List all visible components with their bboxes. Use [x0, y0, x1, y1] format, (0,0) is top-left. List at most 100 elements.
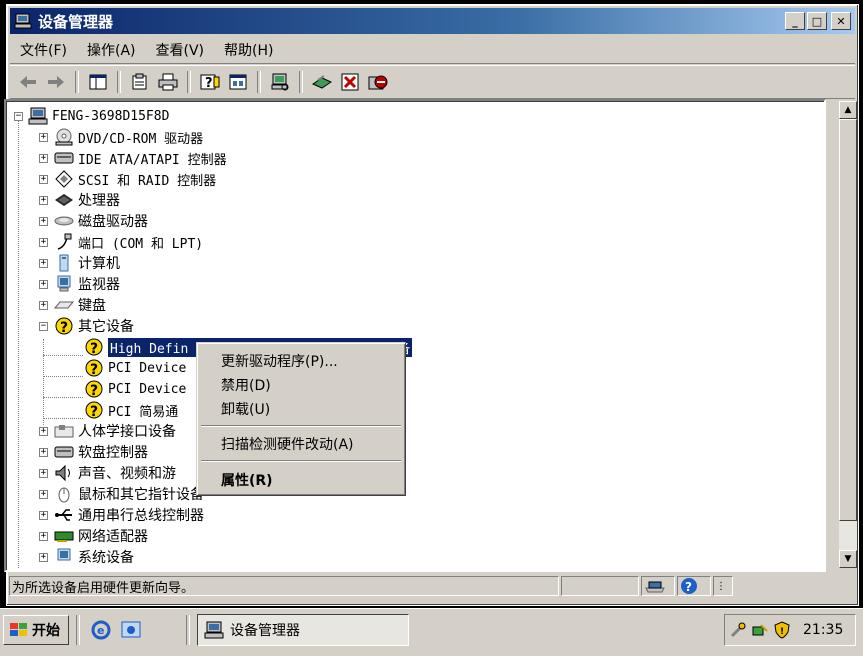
close-button[interactable]: ✕	[831, 12, 851, 30]
properties-tool-button[interactable]	[128, 70, 152, 94]
expand-toggle[interactable]: +	[39, 301, 48, 310]
expand-toggle[interactable]: +	[39, 553, 48, 562]
print-button[interactable]	[156, 70, 180, 94]
forward-button[interactable]	[44, 70, 68, 94]
console-tree-icon	[89, 74, 107, 90]
category-label: 软盘控制器	[78, 445, 148, 461]
scroll-down-button[interactable]: ▼	[839, 550, 857, 568]
tree-category[interactable]: IDE ATA/ATAPI 控制器	[54, 148, 227, 168]
tree-root[interactable]: FENG-3698D15F8D	[28, 106, 169, 126]
expand-toggle[interactable]: +	[39, 427, 48, 436]
tree-category[interactable]: 磁盘驱动器	[54, 211, 148, 231]
expand-toggle[interactable]: +	[39, 175, 48, 184]
tree-category[interactable]: 声音、视频和游	[54, 463, 176, 483]
tray-tools-icon[interactable]	[729, 621, 747, 639]
menu-help[interactable]: 帮助(H)	[214, 40, 283, 60]
taskbar-separator	[186, 615, 190, 645]
scan-hardware-button[interactable]	[268, 70, 292, 94]
scroll-thumb[interactable]	[839, 119, 857, 521]
vertical-scrollbar[interactable]: ▲ ▼	[839, 101, 857, 568]
unknown-device-icon: ?	[84, 338, 104, 356]
tree-category[interactable]: SCSI 和 RAID 控制器	[54, 169, 216, 189]
tray-network-icon[interactable]	[751, 621, 769, 639]
tree-category[interactable]: 处理器	[54, 190, 120, 210]
tree-category[interactable]: DVD/CD-ROM 驱动器	[54, 127, 203, 147]
taskbar: 开始 e 设备管理器 ! 21:35	[0, 608, 863, 656]
tree-category[interactable]: 监视器	[54, 274, 120, 294]
title-bar[interactable]: 设备管理器 _ □ ✕	[10, 8, 855, 34]
quicklaunch-desktop[interactable]	[120, 619, 142, 641]
device-item[interactable]: ? PCI 简易通	[84, 400, 178, 420]
menu-file[interactable]: 文件(F)	[10, 40, 77, 60]
tree-category[interactable]: 通用串行总线控制器	[54, 505, 204, 525]
start-button[interactable]: 开始	[3, 615, 69, 645]
maximize-button[interactable]: □	[807, 12, 827, 30]
category-label: 磁盘驱动器	[78, 214, 148, 230]
tree-category[interactable]: 鼠标和其它指针设备	[54, 484, 204, 504]
device-item[interactable]: ? PCI Device	[84, 379, 186, 399]
keyboard-icon	[54, 296, 74, 314]
tree-line	[43, 376, 83, 377]
quicklaunch-ie[interactable]: e	[90, 619, 112, 641]
update-driver-button[interactable]	[310, 70, 334, 94]
tree-category[interactable]: 系统设备	[54, 547, 134, 567]
tree-category-expanded[interactable]: ? 其它设备	[54, 316, 134, 336]
minimize-button[interactable]: _	[785, 12, 805, 30]
help-tool-button[interactable]: ?	[198, 70, 222, 94]
mouse-icon	[54, 485, 74, 503]
collapse-toggle[interactable]: −	[39, 322, 48, 331]
expand-toggle[interactable]: +	[39, 448, 48, 457]
tree-category[interactable]: 人体学接口设备	[54, 421, 176, 441]
usb-icon	[54, 506, 74, 524]
hid-icon	[54, 422, 74, 440]
expand-toggle[interactable]: +	[39, 469, 48, 478]
forward-arrow-icon	[48, 76, 64, 88]
menu-action[interactable]: 操作(A)	[77, 40, 146, 60]
properties-icon	[132, 73, 147, 90]
tree-category[interactable]: 端口 (COM 和 LPT)	[54, 232, 203, 252]
taskbar-separator	[76, 615, 80, 645]
expand-toggle[interactable]: +	[39, 217, 48, 226]
device-tree[interactable]: − FENG-3698D15F8D + DVD/CD-ROM 驱动器 + IDE…	[4, 99, 826, 572]
port-icon	[54, 233, 74, 251]
expand-toggle[interactable]: +	[39, 154, 48, 163]
tree-category[interactable]: 软盘控制器	[54, 442, 148, 462]
menu-view[interactable]: 查看(V)	[146, 40, 215, 60]
menu-scan-hardware[interactable]: 扫描检测硬件改动(A)	[221, 434, 354, 454]
menu-disable[interactable]: 禁用(D)	[221, 375, 271, 395]
tray-security-shield-icon[interactable]: !	[773, 621, 791, 639]
expand-toggle[interactable]: +	[39, 511, 48, 520]
tree-category[interactable]: 计算机	[54, 253, 120, 273]
device-label: PCI 简易通	[108, 404, 179, 420]
collapse-root-toggle[interactable]: −	[14, 112, 23, 121]
desktop-icon	[121, 621, 141, 638]
unknown-device-icon: ?	[84, 401, 104, 419]
device-item[interactable]: ? PCI Device	[84, 358, 186, 378]
tree-category[interactable]: 网络适配器	[54, 526, 148, 546]
disable-button[interactable]	[366, 70, 390, 94]
scroll-up-button[interactable]: ▲	[839, 101, 857, 119]
menu-properties[interactable]: 属性(R)	[221, 470, 273, 490]
svg-text:!: !	[780, 627, 784, 637]
show-hide-tree-button[interactable]	[86, 70, 110, 94]
expand-toggle[interactable]: +	[39, 490, 48, 499]
expand-toggle[interactable]: +	[39, 133, 48, 142]
toolbar-separator	[117, 71, 121, 93]
expand-toggle[interactable]: +	[39, 259, 48, 268]
taskbar-device-manager[interactable]: 设备管理器	[197, 614, 409, 646]
tree-category[interactable]: 键盘	[54, 295, 106, 315]
menu-update-driver[interactable]: 更新驱动程序(P)...	[221, 351, 338, 371]
expand-toggle[interactable]: +	[39, 196, 48, 205]
view-icon	[229, 74, 247, 90]
view-tool-button[interactable]	[226, 70, 250, 94]
maximize-icon: □	[811, 14, 823, 28]
expand-toggle[interactable]: +	[39, 238, 48, 247]
expand-toggle[interactable]: +	[39, 280, 48, 289]
uninstall-button[interactable]	[338, 70, 362, 94]
svg-text:?: ?	[205, 76, 213, 91]
expand-toggle[interactable]: +	[39, 532, 48, 541]
back-button[interactable]	[16, 70, 40, 94]
menu-bar: 文件(F) 操作(A) 查看(V) 帮助(H)	[10, 37, 855, 64]
menu-uninstall[interactable]: 卸载(U)	[221, 399, 270, 419]
device-manager-icon	[14, 13, 32, 29]
